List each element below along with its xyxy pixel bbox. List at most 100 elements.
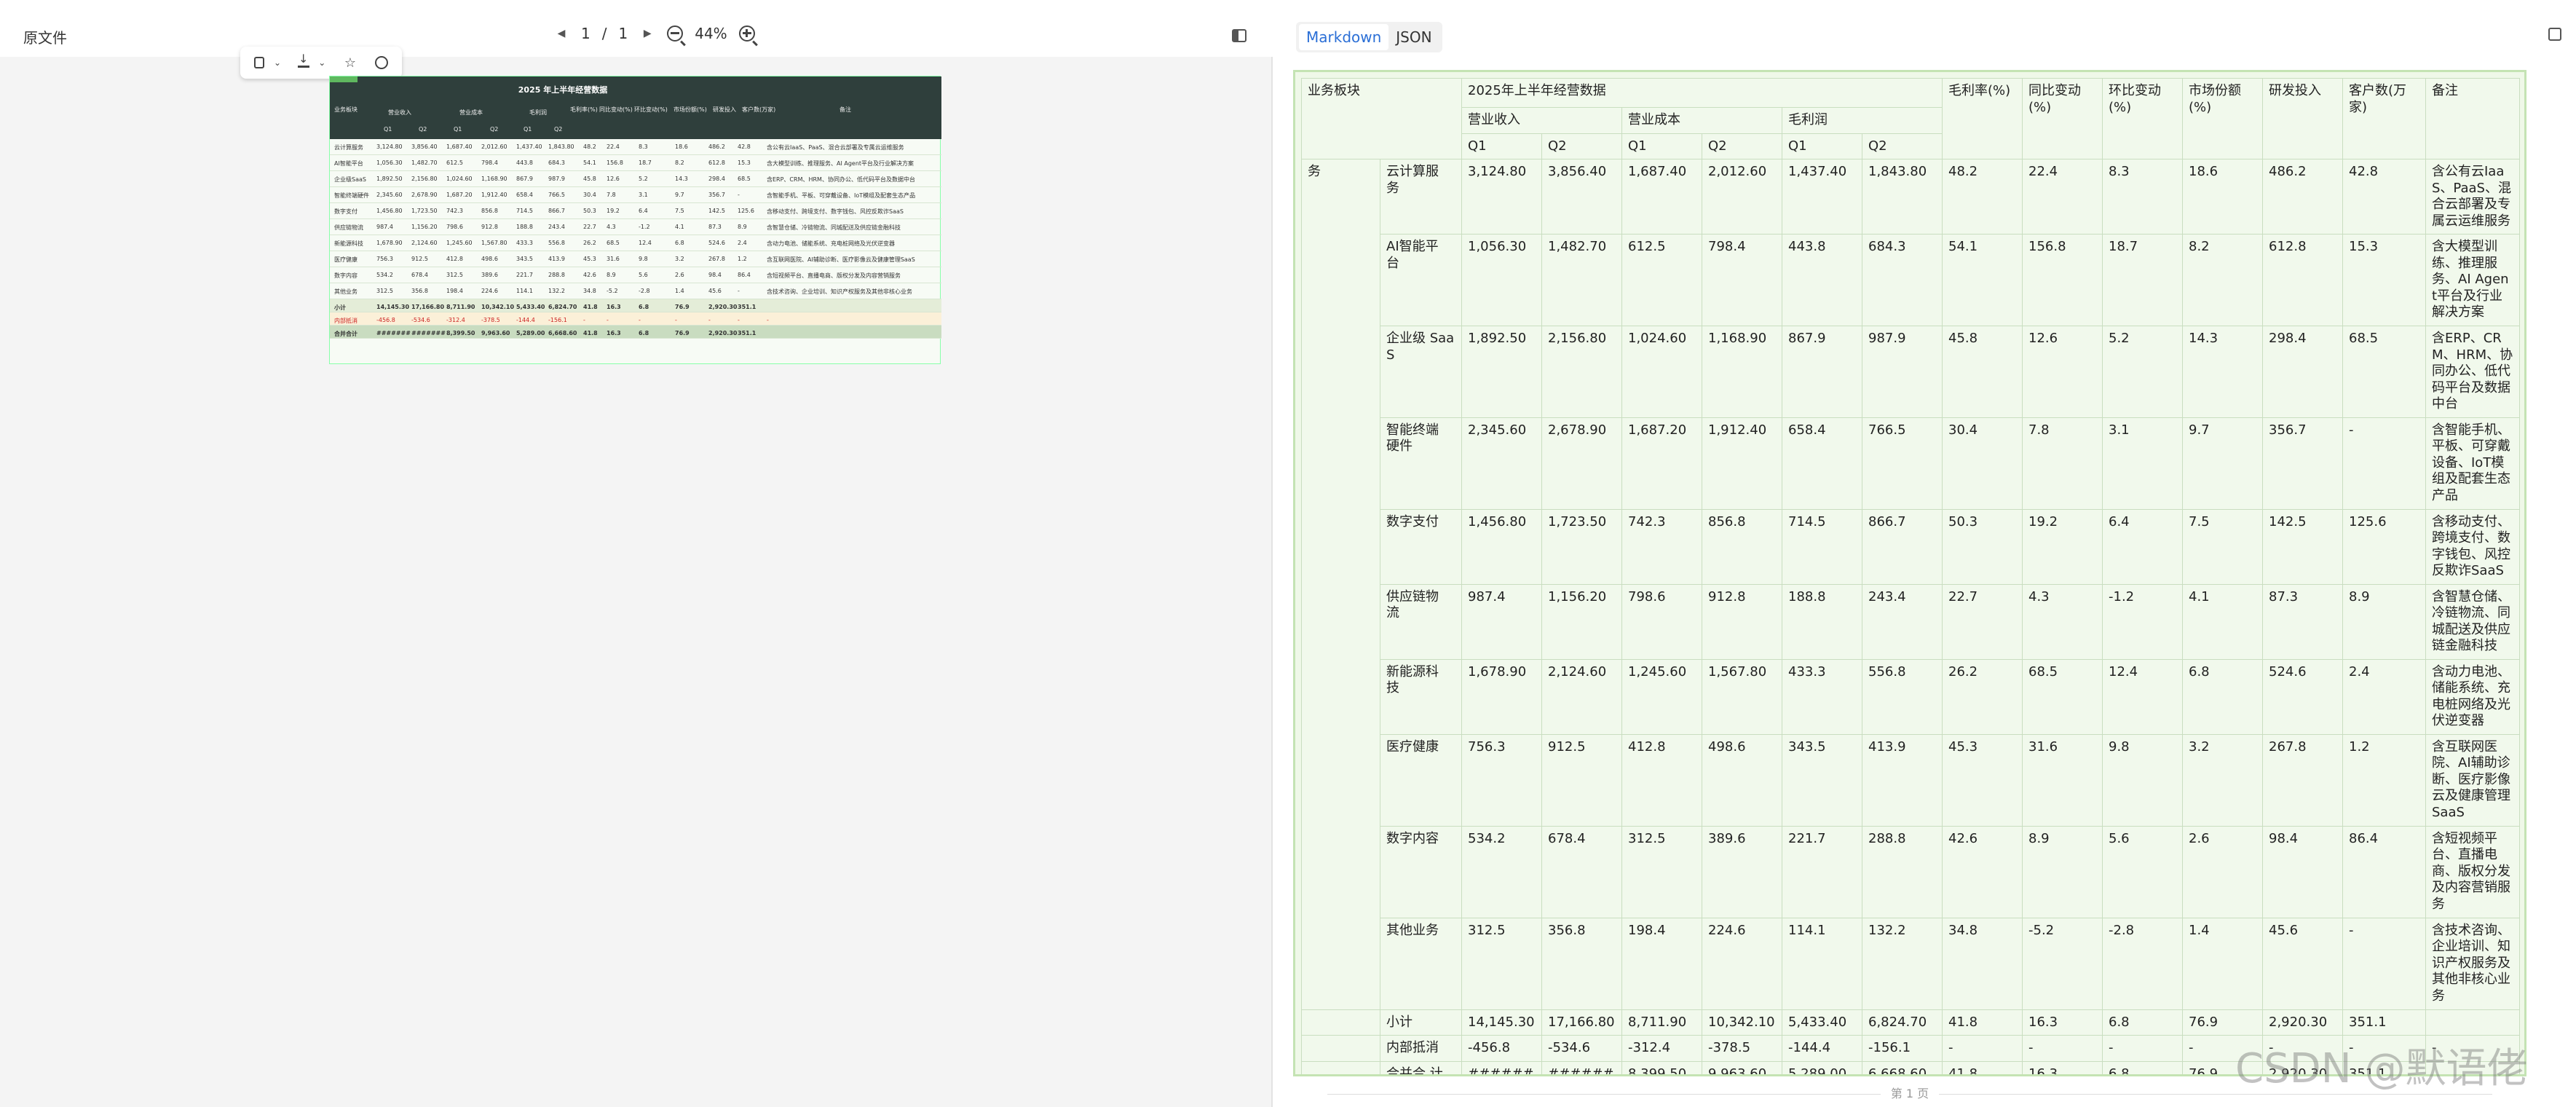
download-icon[interactable]	[297, 52, 309, 68]
copy-icon[interactable]	[254, 57, 265, 68]
value-cell: 76.9	[2182, 1009, 2263, 1036]
preview-value: 3.1	[639, 192, 648, 198]
page-current: 1	[581, 25, 590, 42]
next-page-button[interactable]: ▶	[639, 25, 655, 42]
table-row: 智能终端 硬件 2,345.60 2,678.90 1,687.20 1,912.40 6…	[1302, 417, 2520, 510]
value-cell: 1.2	[2342, 733, 2426, 827]
preview-value: 含公有云IaaS、PaaS、混合云部署及专属云运维服务	[767, 144, 904, 151]
preview-value: 98.4	[708, 272, 722, 278]
preview-value: 188.8	[516, 224, 533, 230]
value-cell: 498.6	[1702, 733, 1782, 827]
header-yoy: 同比变动(%)	[2022, 78, 2103, 159]
value-cell: -1.2	[2102, 583, 2183, 660]
preview-value: 6.4	[639, 208, 648, 214]
sector-cell: AI智能平 台	[1380, 234, 1462, 326]
preview-value: 含技术咨询、企业培训、知识产权服务及其他非核心业务	[767, 288, 912, 295]
tab-json[interactable]: JSON	[1388, 24, 1439, 50]
sidebar-toggle-icon[interactable]	[1232, 29, 1246, 42]
preview-value: 288.8	[548, 272, 565, 278]
preview-value: 76.9	[675, 304, 690, 310]
preview-value: 612.5	[446, 159, 463, 166]
preview-label: 云计算服务	[334, 144, 363, 151]
preview-value: 1,437.40	[516, 143, 542, 150]
note-cell: 含公有云IaaS、PaaS、混合云部署及专属云运维服务	[2425, 159, 2520, 235]
value-cell: 867.9	[1782, 326, 1862, 418]
value-cell: 4.3	[2022, 583, 2103, 660]
value-cell: 114.1	[1782, 917, 1862, 1010]
preview-value: 18.7	[639, 159, 652, 166]
table-row: 其他业务 312.5 356.8 198.4 224.6 114.1 132.2 34.8 -5…	[1302, 917, 2520, 1010]
value-cell: 534.2	[1461, 825, 1542, 918]
note-cell: 含动力电池、储能系统、充电桩网络及光伏逆变器	[2425, 658, 2520, 735]
result-tabs: Markdown JSON	[1296, 22, 1442, 52]
preview-value: 含智慧仓储、冷链物流、同城配送及供应链金融科技	[767, 224, 901, 231]
tab-markdown[interactable]: Markdown	[1299, 24, 1389, 50]
value-cell: 1,687.20	[1621, 417, 1702, 510]
value-cell: 1,843.80	[1862, 159, 1943, 235]
preview-value: 86.4	[738, 272, 751, 278]
preview-value: -	[708, 317, 711, 323]
preview-row: 医疗健康 756.3 912.5 412.8 498.6 343.5 413.9 45.3 31…	[330, 251, 941, 267]
header-clients: 客户数(万家)	[2342, 78, 2426, 159]
popout-icon[interactable]	[2548, 28, 2561, 41]
preview-value: 45.3	[583, 256, 596, 262]
value-cell: 14.3	[2182, 326, 2263, 418]
preview-value: 1,482.70	[411, 159, 438, 166]
preview-value: 50.3	[583, 208, 596, 214]
blank-cell	[1301, 1009, 1380, 1036]
value-cell: -378.5	[1702, 1035, 1782, 1062]
prev-page-button[interactable]: ◀	[553, 25, 569, 42]
preview-value: 356.8	[411, 288, 428, 294]
value-cell: 1,245.60	[1621, 658, 1702, 735]
preview-row: 新能源科技 1,678.90 2,124.60 1,245.60 1,567.80 433…	[330, 235, 941, 251]
value-cell: 221.7	[1782, 825, 1862, 918]
preview-value: 224.6	[481, 288, 498, 294]
value-cell: 142.5	[2262, 508, 2343, 585]
value-cell: 243.4	[1862, 583, 1943, 660]
value-cell: 8,399.50	[1621, 1060, 1702, 1074]
note-cell: 含技术咨询、企业培训、知识产权服务及其他非核心业务	[2425, 917, 2520, 1010]
preview-value: -1.2	[639, 224, 650, 230]
value-cell: 2,124.60	[1541, 658, 1622, 735]
value-cell: 1,056.30	[1461, 234, 1542, 326]
value-cell: 41.8	[1942, 1009, 2023, 1036]
header-rd: 研发投入	[2262, 78, 2343, 159]
preview-value: 742.3	[446, 208, 463, 214]
preview-value: 198.4	[446, 288, 463, 294]
preview-value: 312.5	[446, 272, 463, 278]
preview-value: -144.4	[516, 317, 535, 323]
preview-value: 678.4	[411, 272, 428, 278]
value-cell: 6.8	[2182, 658, 2263, 735]
preview-value: 8.3	[639, 143, 648, 150]
header-share: 市场份额(%)	[2182, 78, 2263, 159]
preview-value: 2.6	[675, 272, 684, 278]
zoom-out-icon[interactable]	[667, 25, 684, 42]
preview-value: 658.4	[516, 192, 533, 198]
table-row: 供应链物 流 987.4 1,156.20 798.6 912.8 188.8 243.4 2…	[1302, 583, 2520, 660]
value-cell: 18.7	[2102, 234, 2183, 326]
zoom-level: 44%	[695, 25, 727, 42]
value-cell: 12.6	[2022, 326, 2103, 418]
value-cell: 19.2	[2022, 508, 2103, 585]
download-chevron-down-icon[interactable]: ⌄	[318, 58, 325, 68]
header-rev-q1: Q1	[1461, 133, 1542, 159]
preview-value: 356.7	[708, 192, 725, 198]
preview-value: 1,245.60	[446, 240, 473, 246]
star-icon[interactable]: ☆	[342, 55, 358, 71]
preview-value: 987.9	[548, 176, 565, 182]
value-cell: 4.1	[2182, 583, 2263, 660]
preview-value: 8.9	[738, 224, 747, 230]
value-cell: 6,668.60	[1862, 1060, 1943, 1074]
preview-q2-b: Q2	[490, 126, 499, 133]
value-cell: 8.2	[2182, 234, 2263, 326]
preview-col-yoy: 同比变动(%)	[599, 106, 633, 113]
value-cell: 2,156.80	[1541, 326, 1622, 418]
zoom-in-icon[interactable]	[738, 25, 755, 42]
value-cell: 524.6	[2262, 658, 2343, 735]
preview-value: 798.6	[446, 224, 463, 230]
preview-value: 1,892.50	[376, 176, 403, 182]
more-options-icon[interactable]	[374, 56, 388, 69]
copy-chevron-down-icon[interactable]: ⌄	[274, 58, 281, 68]
preview-value: 26.2	[583, 240, 596, 246]
preview-value: 6.8	[675, 240, 684, 246]
